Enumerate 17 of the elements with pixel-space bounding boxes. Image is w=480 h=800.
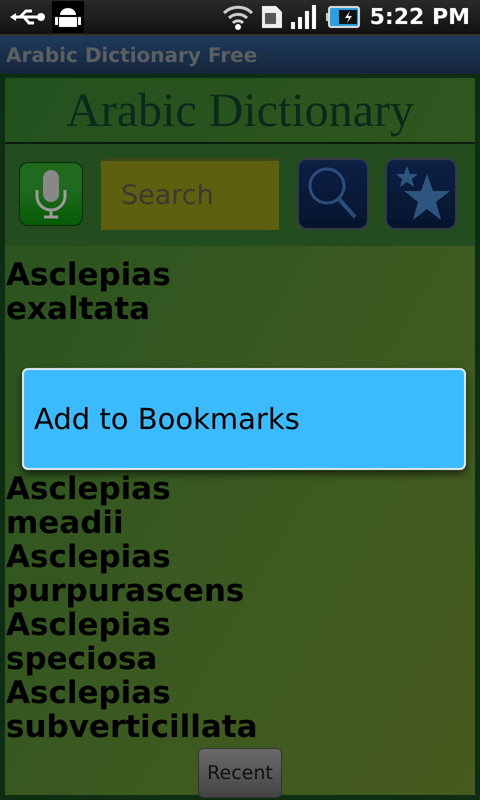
microphone-button[interactable]	[19, 162, 83, 226]
app-title: Arabic Dictionary Free	[6, 43, 258, 67]
word-item[interactable]: Asclepias speciosa	[6, 608, 286, 676]
word-item[interactable]: Asclepias subverticillata	[6, 676, 286, 744]
usb-icon	[10, 7, 46, 27]
word-item[interactable]: Asclepias exaltata	[6, 258, 286, 326]
menu-item[interactable]: Add to Bookmarks	[24, 370, 464, 468]
battery-charging-icon	[326, 6, 360, 28]
word-item[interactable]: Asclepias meadii	[6, 472, 286, 540]
word-item[interactable]: Asclepias purpurascens	[6, 540, 286, 608]
bookmarks-button[interactable]	[385, 158, 457, 230]
clock: 5:22 PM	[370, 4, 470, 30]
wifi-icon	[222, 4, 254, 30]
recent-button[interactable]: Recent	[198, 748, 282, 798]
search-button[interactable]	[297, 158, 369, 230]
microphone-icon	[34, 168, 68, 220]
sim-card-icon	[260, 4, 284, 30]
